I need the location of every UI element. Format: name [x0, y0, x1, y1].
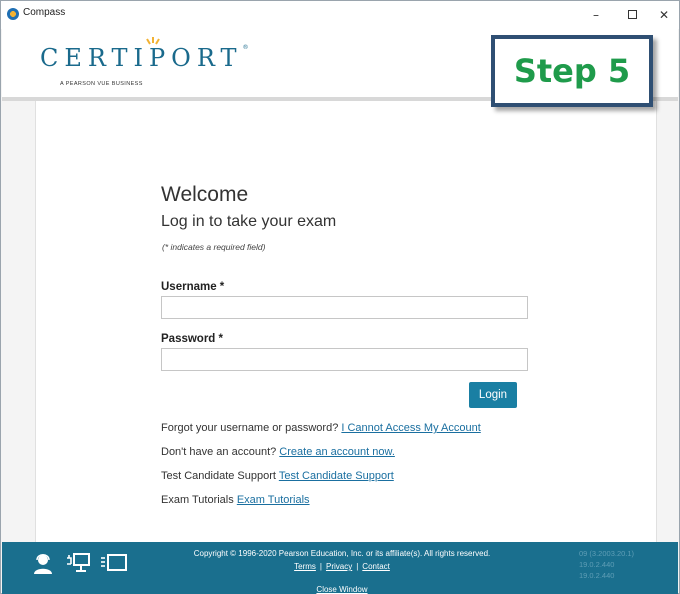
logo-wordmark: CERTIPORT — [40, 44, 243, 72]
no-account-text: Don't have an account? — [161, 446, 280, 458]
logo-spark-icon — [146, 37, 160, 45]
minimize-button[interactable]: – — [579, 3, 613, 27]
title-bar[interactable]: Compass – ✕ — [1, 1, 679, 29]
login-subtitle: Log in to take your exam — [161, 213, 337, 230]
candidate-support-link[interactable]: Test Candidate Support — [279, 470, 394, 482]
close-window-link[interactable]: Close Window — [2, 585, 680, 594]
create-account-row: Don't have an account? Create an account… — [161, 446, 395, 458]
terms-link[interactable]: Terms — [294, 562, 316, 571]
contact-link[interactable]: Contact — [362, 562, 390, 571]
certiport-logo: CERTIPORT® A PEARSON VUE BUSINESS — [40, 37, 249, 87]
login-button[interactable]: Login — [469, 382, 517, 408]
window-title: Compass — [23, 7, 66, 18]
version-text: 19.0.2.440 — [579, 571, 615, 580]
forgot-credentials-row: Forgot your username or password? I Cann… — [161, 422, 481, 434]
maximize-icon — [627, 10, 637, 19]
exam-tutorials-text: Exam Tutorials — [161, 494, 237, 506]
username-input[interactable] — [161, 296, 528, 319]
create-account-link[interactable]: Create an account now. — [279, 446, 395, 458]
logo-registered: ® — [242, 44, 249, 51]
password-input[interactable] — [161, 348, 528, 371]
compass-app-icon — [7, 8, 19, 20]
version-text: 19.0.2.440 — [579, 560, 615, 569]
footer: Copyright © 1996-2020 Pearson Education,… — [2, 542, 678, 594]
step-label: Step 5 — [513, 52, 631, 90]
welcome-heading: Welcome — [161, 183, 249, 206]
app-window: Compass – ✕ CERTIPORT® A PEARSON VUE BUS… — [0, 0, 680, 594]
logo-tagline: A PEARSON VUE BUSINESS — [60, 81, 143, 87]
username-label: Username * — [161, 281, 225, 293]
candidate-support-text: Test Candidate Support — [161, 470, 279, 482]
version-text: 09 (3.2003.20.1) — [579, 549, 635, 558]
footer-separator: | — [356, 562, 359, 571]
candidate-support-row: Test Candidate Support Test Candidate Su… — [161, 470, 394, 482]
exam-tutorials-link[interactable]: Exam Tutorials — [237, 494, 310, 506]
step-badge: Step 5 — [491, 35, 653, 107]
exam-tutorials-row: Exam Tutorials Exam Tutorials — [161, 494, 310, 506]
close-button[interactable]: ✕ — [647, 3, 680, 27]
forgot-credentials-text: Forgot your username or password? — [161, 422, 342, 434]
required-field-note: (* indicates a required field) — [162, 242, 266, 252]
password-label: Password * — [161, 333, 223, 345]
footer-separator: | — [319, 562, 322, 571]
maximize-button[interactable] — [615, 3, 649, 27]
cannot-access-account-link[interactable]: I Cannot Access My Account — [341, 422, 480, 434]
privacy-link[interactable]: Privacy — [326, 562, 352, 571]
